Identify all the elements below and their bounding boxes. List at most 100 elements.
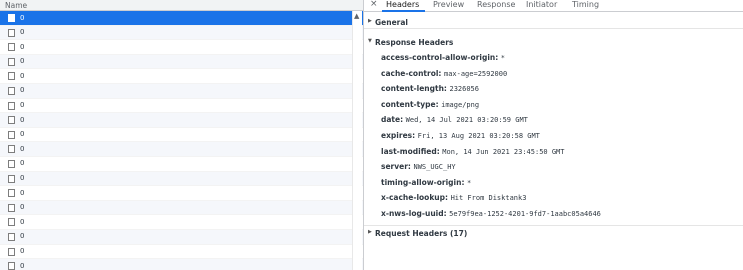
header-key: date:	[381, 115, 404, 125]
general-section-title: General	[375, 17, 408, 27]
header-value: *	[467, 178, 472, 187]
header-key: x-nws-log-uuid:	[381, 208, 447, 218]
row-checkbox[interactable]	[8, 247, 15, 256]
close-icon[interactable]: ×	[370, 0, 378, 9]
header-value: Wed, 14 Jul 2021 03:20:59 GMT	[405, 116, 528, 125]
request-list-panel: Name 0 0 0 0 0 0 0 0 0 0 0 0 0 0 0 0 0 0 ▲	[0, 0, 363, 270]
tab-timing[interactable]: Timing	[572, 0, 599, 9]
tab-initiator[interactable]: Initiator	[526, 0, 557, 9]
response-headers-section-header[interactable]: ▼ Response Headers	[364, 35, 743, 49]
request-name: 0	[20, 217, 25, 226]
response-header-row: content-length: 2326056	[381, 84, 601, 100]
request-row[interactable]: 0	[0, 186, 363, 201]
tab-response[interactable]: Response	[477, 0, 515, 9]
response-header-row: access-control-allow-origin: *	[381, 53, 601, 69]
response-header-row: cache-control: max-age=2592000	[381, 69, 601, 85]
header-value: Mon, 14 Jun 2021 23:45:50 GMT	[442, 147, 565, 156]
request-details-panel: × Headers Preview Response Initiator Tim…	[364, 0, 743, 270]
row-checkbox[interactable]	[8, 116, 15, 125]
expand-triangle-icon: ▶	[368, 18, 372, 24]
row-checkbox[interactable]	[8, 159, 15, 168]
header-value: max-age=2592000	[443, 69, 508, 78]
request-name: 0	[20, 247, 25, 255]
request-row[interactable]: 0	[0, 69, 363, 84]
request-rows: 0 0 0 0 0 0 0 0 0 0 0 0 0 0 0 0 0 0	[0, 11, 363, 270]
header-key: cache-control:	[381, 68, 442, 78]
row-checkbox[interactable]	[8, 232, 15, 241]
general-section-header[interactable]: ▶ General	[364, 15, 743, 29]
request-headers-section-header[interactable]: ▶ Request Headers (17)	[364, 225, 743, 239]
row-checkbox[interactable]	[8, 14, 15, 22]
header-key: content-type:	[381, 99, 439, 109]
request-row[interactable]: 0	[0, 215, 363, 230]
request-row[interactable]: 0	[0, 229, 363, 245]
response-header-row: content-type: image/png	[381, 100, 601, 116]
row-checkbox[interactable]	[8, 189, 15, 198]
request-name: 0	[20, 42, 25, 51]
response-header-row: x-nws-log-uuid: 5e79f9ea-1252-4201-9fd7-…	[381, 209, 601, 225]
request-name: 0	[20, 13, 25, 22]
row-checkbox[interactable]	[8, 145, 15, 154]
row-checkbox[interactable]	[8, 57, 15, 66]
response-header-row: last-modified: Mon, 14 Jun 2021 23:45:50…	[381, 147, 601, 163]
tab-headers[interactable]: Headers	[386, 0, 419, 9]
request-name: 0	[20, 261, 25, 270]
row-checkbox[interactable]	[8, 174, 15, 183]
row-checkbox[interactable]	[8, 43, 15, 52]
tab-preview[interactable]: Preview	[433, 0, 464, 9]
name-column-header[interactable]: Name	[0, 0, 363, 11]
expand-triangle-icon: ▶	[368, 229, 372, 235]
request-row[interactable]: 0	[0, 99, 363, 114]
request-name: 0	[20, 174, 25, 183]
request-row[interactable]: 0	[0, 259, 363, 270]
request-name: 0	[20, 232, 25, 241]
response-header-row: x-cache-lookup: Hit From Disktank3	[381, 193, 601, 209]
request-row[interactable]: 0	[0, 54, 363, 70]
request-name: 0	[20, 159, 25, 168]
header-value: NWS_UGC_HY	[413, 163, 456, 172]
request-row[interactable]: 0	[0, 83, 363, 99]
request-name: 0	[20, 101, 25, 110]
request-headers-title: Request Headers (17)	[375, 228, 468, 238]
request-row[interactable]: 0	[0, 25, 363, 41]
response-header-row: date: Wed, 14 Jul 2021 03:20:59 GMT	[381, 115, 601, 131]
row-checkbox[interactable]	[8, 203, 15, 212]
header-key: timing-allow-origin:	[381, 177, 465, 187]
request-row[interactable]: 0	[0, 142, 363, 157]
request-name: 0	[20, 115, 25, 124]
response-header-row: server: NWS_UGC_HY	[381, 162, 601, 178]
request-row[interactable]: 0	[0, 128, 363, 143]
request-row[interactable]: 0	[0, 157, 363, 172]
row-checkbox[interactable]	[8, 86, 15, 95]
active-tab-indicator	[382, 10, 425, 12]
header-value: 2326056	[449, 85, 479, 94]
request-row[interactable]: 0	[0, 171, 363, 187]
header-value: image/png	[441, 100, 480, 109]
row-checkbox[interactable]	[8, 28, 15, 37]
row-checkbox[interactable]	[8, 218, 15, 227]
response-header-row: timing-allow-origin: *	[381, 178, 601, 194]
row-checkbox[interactable]	[8, 262, 15, 270]
request-row[interactable]: 0	[0, 11, 363, 26]
request-row[interactable]: 0	[0, 200, 363, 216]
request-row[interactable]: 0	[0, 245, 363, 260]
header-value: Hit From Disktank3	[450, 194, 527, 203]
header-value: *	[500, 54, 506, 62]
header-value: 5e79f9ea-1252-4201-9fd7-1aabc05a4646	[449, 209, 601, 218]
row-checkbox[interactable]	[8, 101, 15, 110]
request-row[interactable]: 0	[0, 40, 363, 55]
collapse-triangle-icon: ▼	[368, 38, 372, 44]
row-checkbox[interactable]	[8, 72, 15, 81]
scroll-up-icon[interactable]: ▲	[354, 13, 359, 20]
request-row[interactable]: 0	[0, 113, 363, 128]
header-key: x-cache-lookup:	[381, 193, 449, 203]
request-name: 0	[20, 130, 25, 139]
request-name: 0	[20, 71, 25, 80]
header-value: Fri, 13 Aug 2021 03:20:58 GMT	[417, 131, 540, 140]
request-name: 0	[20, 57, 25, 66]
list-scrollbar[interactable]: ▲	[352, 11, 362, 270]
response-header-row: expires: Fri, 13 Aug 2021 03:20:58 GMT	[381, 131, 601, 147]
row-checkbox[interactable]	[8, 130, 15, 139]
header-key: last-modified:	[381, 146, 440, 156]
name-column-label: Name	[5, 1, 28, 10]
